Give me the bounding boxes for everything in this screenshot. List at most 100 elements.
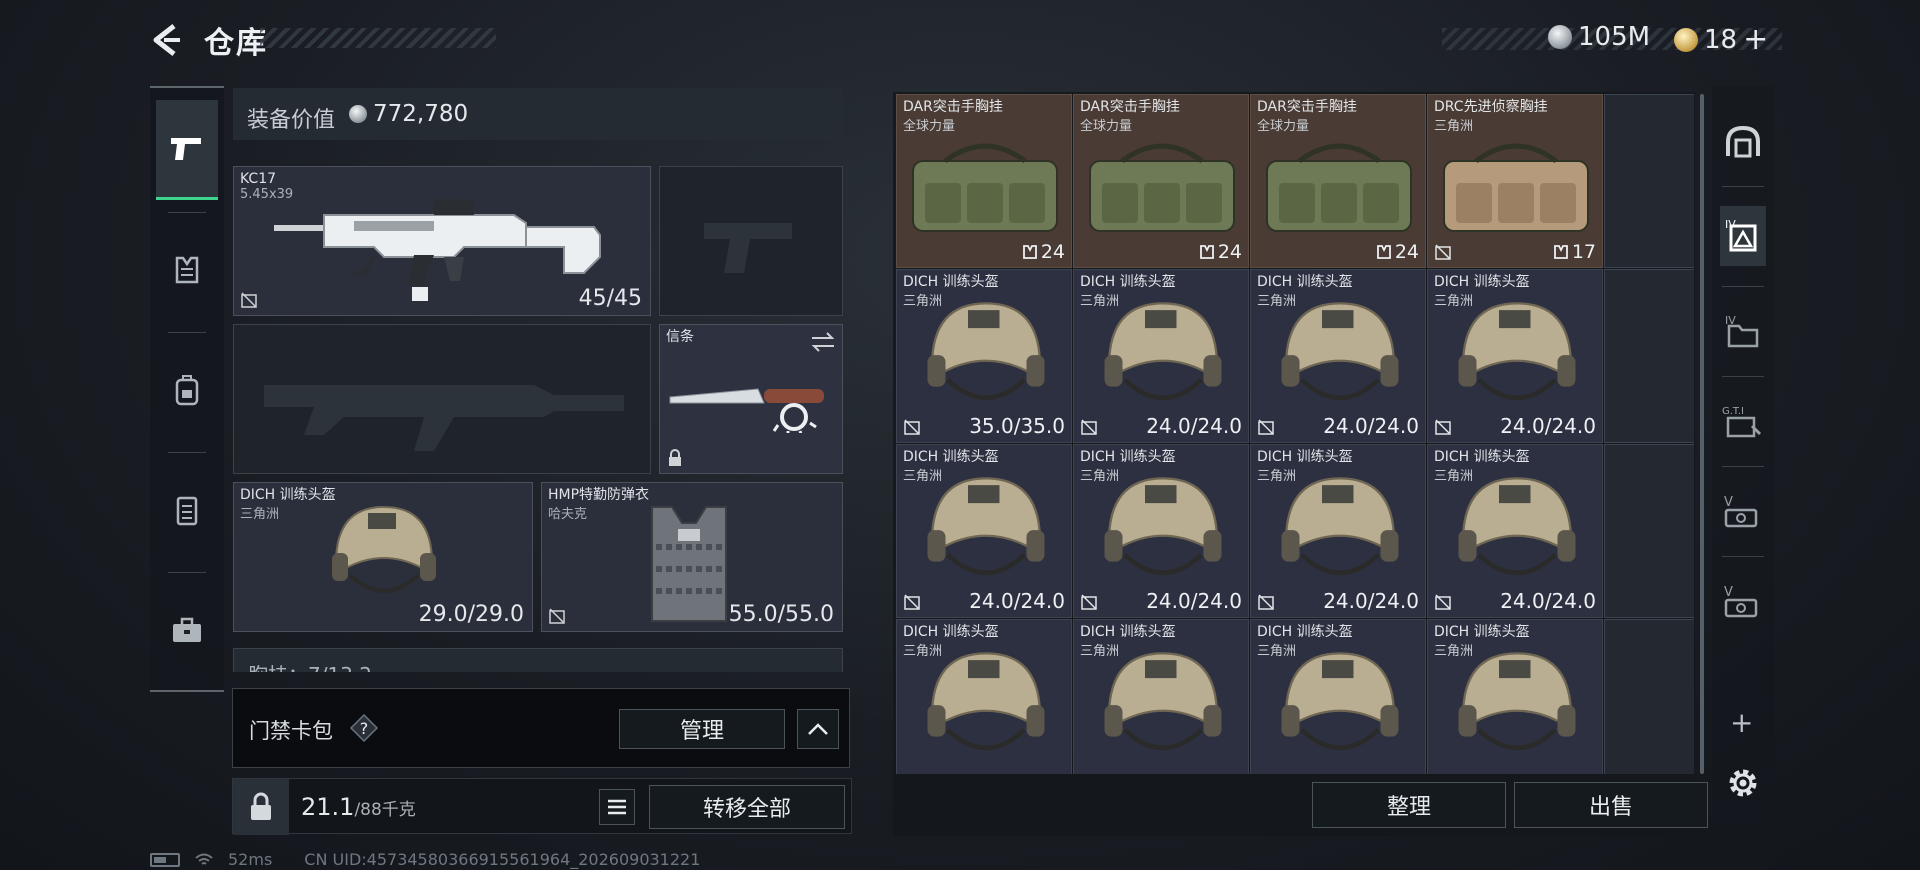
- list-icon: [608, 799, 626, 815]
- helmet-slot[interactable]: DICH 训练头盔 三角洲 29.0/29.0: [233, 482, 533, 632]
- no-insure-icon: [1435, 244, 1451, 260]
- chest-rig-item[interactable]: DAR突击手胸挂 全球力量 24: [896, 94, 1072, 268]
- melee-slot[interactable]: 信条: [659, 324, 843, 474]
- helmet-icon: [927, 652, 1045, 751]
- item-name: DAR突击手胸挂: [1257, 99, 1357, 115]
- storage-tab-1[interactable]: [1720, 112, 1766, 172]
- item-name: DICH 训练头盔: [903, 274, 999, 290]
- chest-rig-item[interactable]: DAR突击手胸挂 全球力量 24: [1250, 94, 1426, 268]
- chest-rig-item[interactable]: DRC先进侦察胸挂 三角洲 17: [1427, 94, 1603, 268]
- gold-coin-icon: [1674, 27, 1698, 52]
- transfer-all-button[interactable]: 转移全部: [649, 785, 845, 829]
- chest-rig-row[interactable]: 胸挂：7/13 2: [233, 648, 843, 672]
- knife-icon: [669, 388, 824, 433]
- page-title: 仓库: [204, 26, 268, 61]
- gold-add-button[interactable]: +: [1743, 22, 1768, 57]
- armor-durability: 55.0/55.0: [728, 602, 834, 627]
- item-faction: 全球力量: [1257, 119, 1310, 134]
- sort-button[interactable]: 整理: [1312, 782, 1506, 828]
- item-name: DICH 训练头盔: [1080, 624, 1176, 640]
- body-armor-icon: [651, 506, 727, 622]
- secondary-weapon-slot[interactable]: [659, 166, 843, 316]
- armor-name: HMP特勤防弹衣: [548, 487, 650, 503]
- inventory-scrollbar[interactable]: [1700, 94, 1704, 774]
- helmet-tab-icon: [1726, 125, 1760, 158]
- status-bar: 52ms CN UID:457345803669155619​64_202609…: [150, 850, 700, 869]
- sell-button[interactable]: 出售: [1514, 782, 1708, 828]
- item-capacity: 24: [1376, 241, 1419, 263]
- helmet-item[interactable]: DICH 训练头盔 三角洲 24.0/24.0: [1427, 444, 1603, 618]
- storage-tab-2[interactable]: IV: [1720, 206, 1766, 266]
- helmet-item[interactable]: DICH 训练头盔 三角洲 24.0/24.0: [1427, 269, 1603, 443]
- storage-tab-5[interactable]: V: [1720, 482, 1766, 542]
- item-faction: 三角洲: [903, 644, 943, 659]
- primary-weapon-slot[interactable]: KC17 5.45x39 45/45: [233, 166, 651, 316]
- helmet-icon: [927, 302, 1045, 401]
- item-name: DRC先进侦察胸挂: [1434, 99, 1548, 115]
- svg-text:?: ?: [360, 719, 369, 738]
- no-insure-icon: [1081, 419, 1097, 435]
- nav-chest-rig[interactable]: [156, 460, 218, 560]
- v-case-icon: V: [1724, 495, 1758, 528]
- helmet-item[interactable]: DICH 训练头盔 三角洲 24.0/24.0: [1250, 269, 1426, 443]
- access-card-bar: 门禁卡包 ? 管理: [232, 688, 850, 768]
- item-durability: 24.0/24.0: [969, 589, 1065, 613]
- helmet-item[interactable]: DICH 训练头盔 三角洲 24.0/24.0: [1073, 444, 1249, 618]
- list-view-button[interactable]: [599, 789, 635, 825]
- chest-rig-bag-icon: [1089, 143, 1235, 232]
- storage-tab-6[interactable]: V: [1720, 572, 1766, 632]
- chest-rig-bag-icon: [1443, 143, 1589, 232]
- swap-icon[interactable]: [810, 331, 836, 353]
- add-storage-icon[interactable]: +: [1730, 706, 1753, 739]
- melee-name: 信条: [666, 329, 694, 345]
- storage-tab-3[interactable]: IV: [1720, 302, 1766, 362]
- backpack-icon: [175, 375, 199, 406]
- helmet-item[interactable]: DICH 训练头盔 三角洲: [896, 619, 1072, 774]
- chest-rig-item[interactable]: DAR突击手胸挂 全球力量 24: [1073, 94, 1249, 268]
- helmet-item[interactable]: DICH 训练头盔 三角洲: [1073, 619, 1249, 774]
- empty-grid-cell[interactable]: [1604, 619, 1694, 774]
- item-durability: 24.0/24.0: [1323, 414, 1419, 438]
- helmet-icon: [1104, 302, 1222, 401]
- back-arrow-icon[interactable]: [148, 22, 184, 58]
- helmet-item[interactable]: DICH 训练头盔 三角洲 24.0/24.0: [1073, 269, 1249, 443]
- silver-currency[interactable]: 105M: [1548, 22, 1650, 52]
- silver-coin-icon: [1548, 25, 1572, 49]
- manage-button[interactable]: 管理: [619, 709, 785, 749]
- empty-grid-cell[interactable]: [1604, 94, 1694, 268]
- item-name: DICH 训练头盔: [903, 624, 999, 640]
- helmet-item[interactable]: DICH 训练头盔 三角洲: [1427, 619, 1603, 774]
- capacity-icon: [1022, 245, 1037, 259]
- helmet-name: DICH 训练头盔: [240, 487, 336, 503]
- gear-icon[interactable]: [1724, 764, 1762, 802]
- helmet-item[interactable]: DICH 训练头盔 三角洲 24.0/24.0: [1250, 444, 1426, 618]
- item-faction: 三角洲: [1434, 119, 1474, 134]
- item-name: DICH 训练头盔: [1257, 274, 1353, 290]
- item-durability: 24.0/24.0: [1323, 589, 1419, 613]
- equipment-value: 772,780: [349, 101, 468, 127]
- chest-rig-bag-icon: [912, 143, 1058, 232]
- nav-backpack[interactable]: [156, 340, 218, 440]
- no-insure-icon: [1081, 594, 1097, 610]
- nav-case[interactable]: [156, 580, 218, 680]
- item-faction: 三角洲: [1080, 294, 1120, 309]
- helmet-item[interactable]: DICH 训练头盔 三角洲 24.0/24.0: [896, 444, 1072, 618]
- item-faction: 三角洲: [1257, 469, 1297, 484]
- secondary-primary-slot[interactable]: [233, 324, 651, 474]
- empty-grid-cell[interactable]: [1604, 269, 1694, 443]
- armor-slot[interactable]: HMP特勤防弹衣 哈夫克 55.0/55.0: [541, 482, 843, 632]
- item-name: DICH 训练头盔: [1080, 274, 1176, 290]
- no-insure-icon: [904, 594, 920, 610]
- helmet-icon: [1281, 302, 1399, 401]
- storage-tab-4[interactable]: G.T.I: [1720, 392, 1766, 452]
- helmet-item[interactable]: DICH 训练头盔 三角洲 35.0/35.0: [896, 269, 1072, 443]
- nav-weapons[interactable]: [156, 100, 218, 200]
- empty-grid-cell[interactable]: [1604, 444, 1694, 618]
- help-icon[interactable]: ?: [349, 713, 379, 743]
- gold-currency[interactable]: 18 +: [1674, 22, 1768, 57]
- collapse-button[interactable]: [797, 709, 839, 749]
- no-insure-icon: [904, 419, 920, 435]
- nav-armor[interactable]: [156, 220, 218, 320]
- helmet-item[interactable]: DICH 训练头盔 三角洲: [1250, 619, 1426, 774]
- weight-lock-button[interactable]: [233, 779, 289, 835]
